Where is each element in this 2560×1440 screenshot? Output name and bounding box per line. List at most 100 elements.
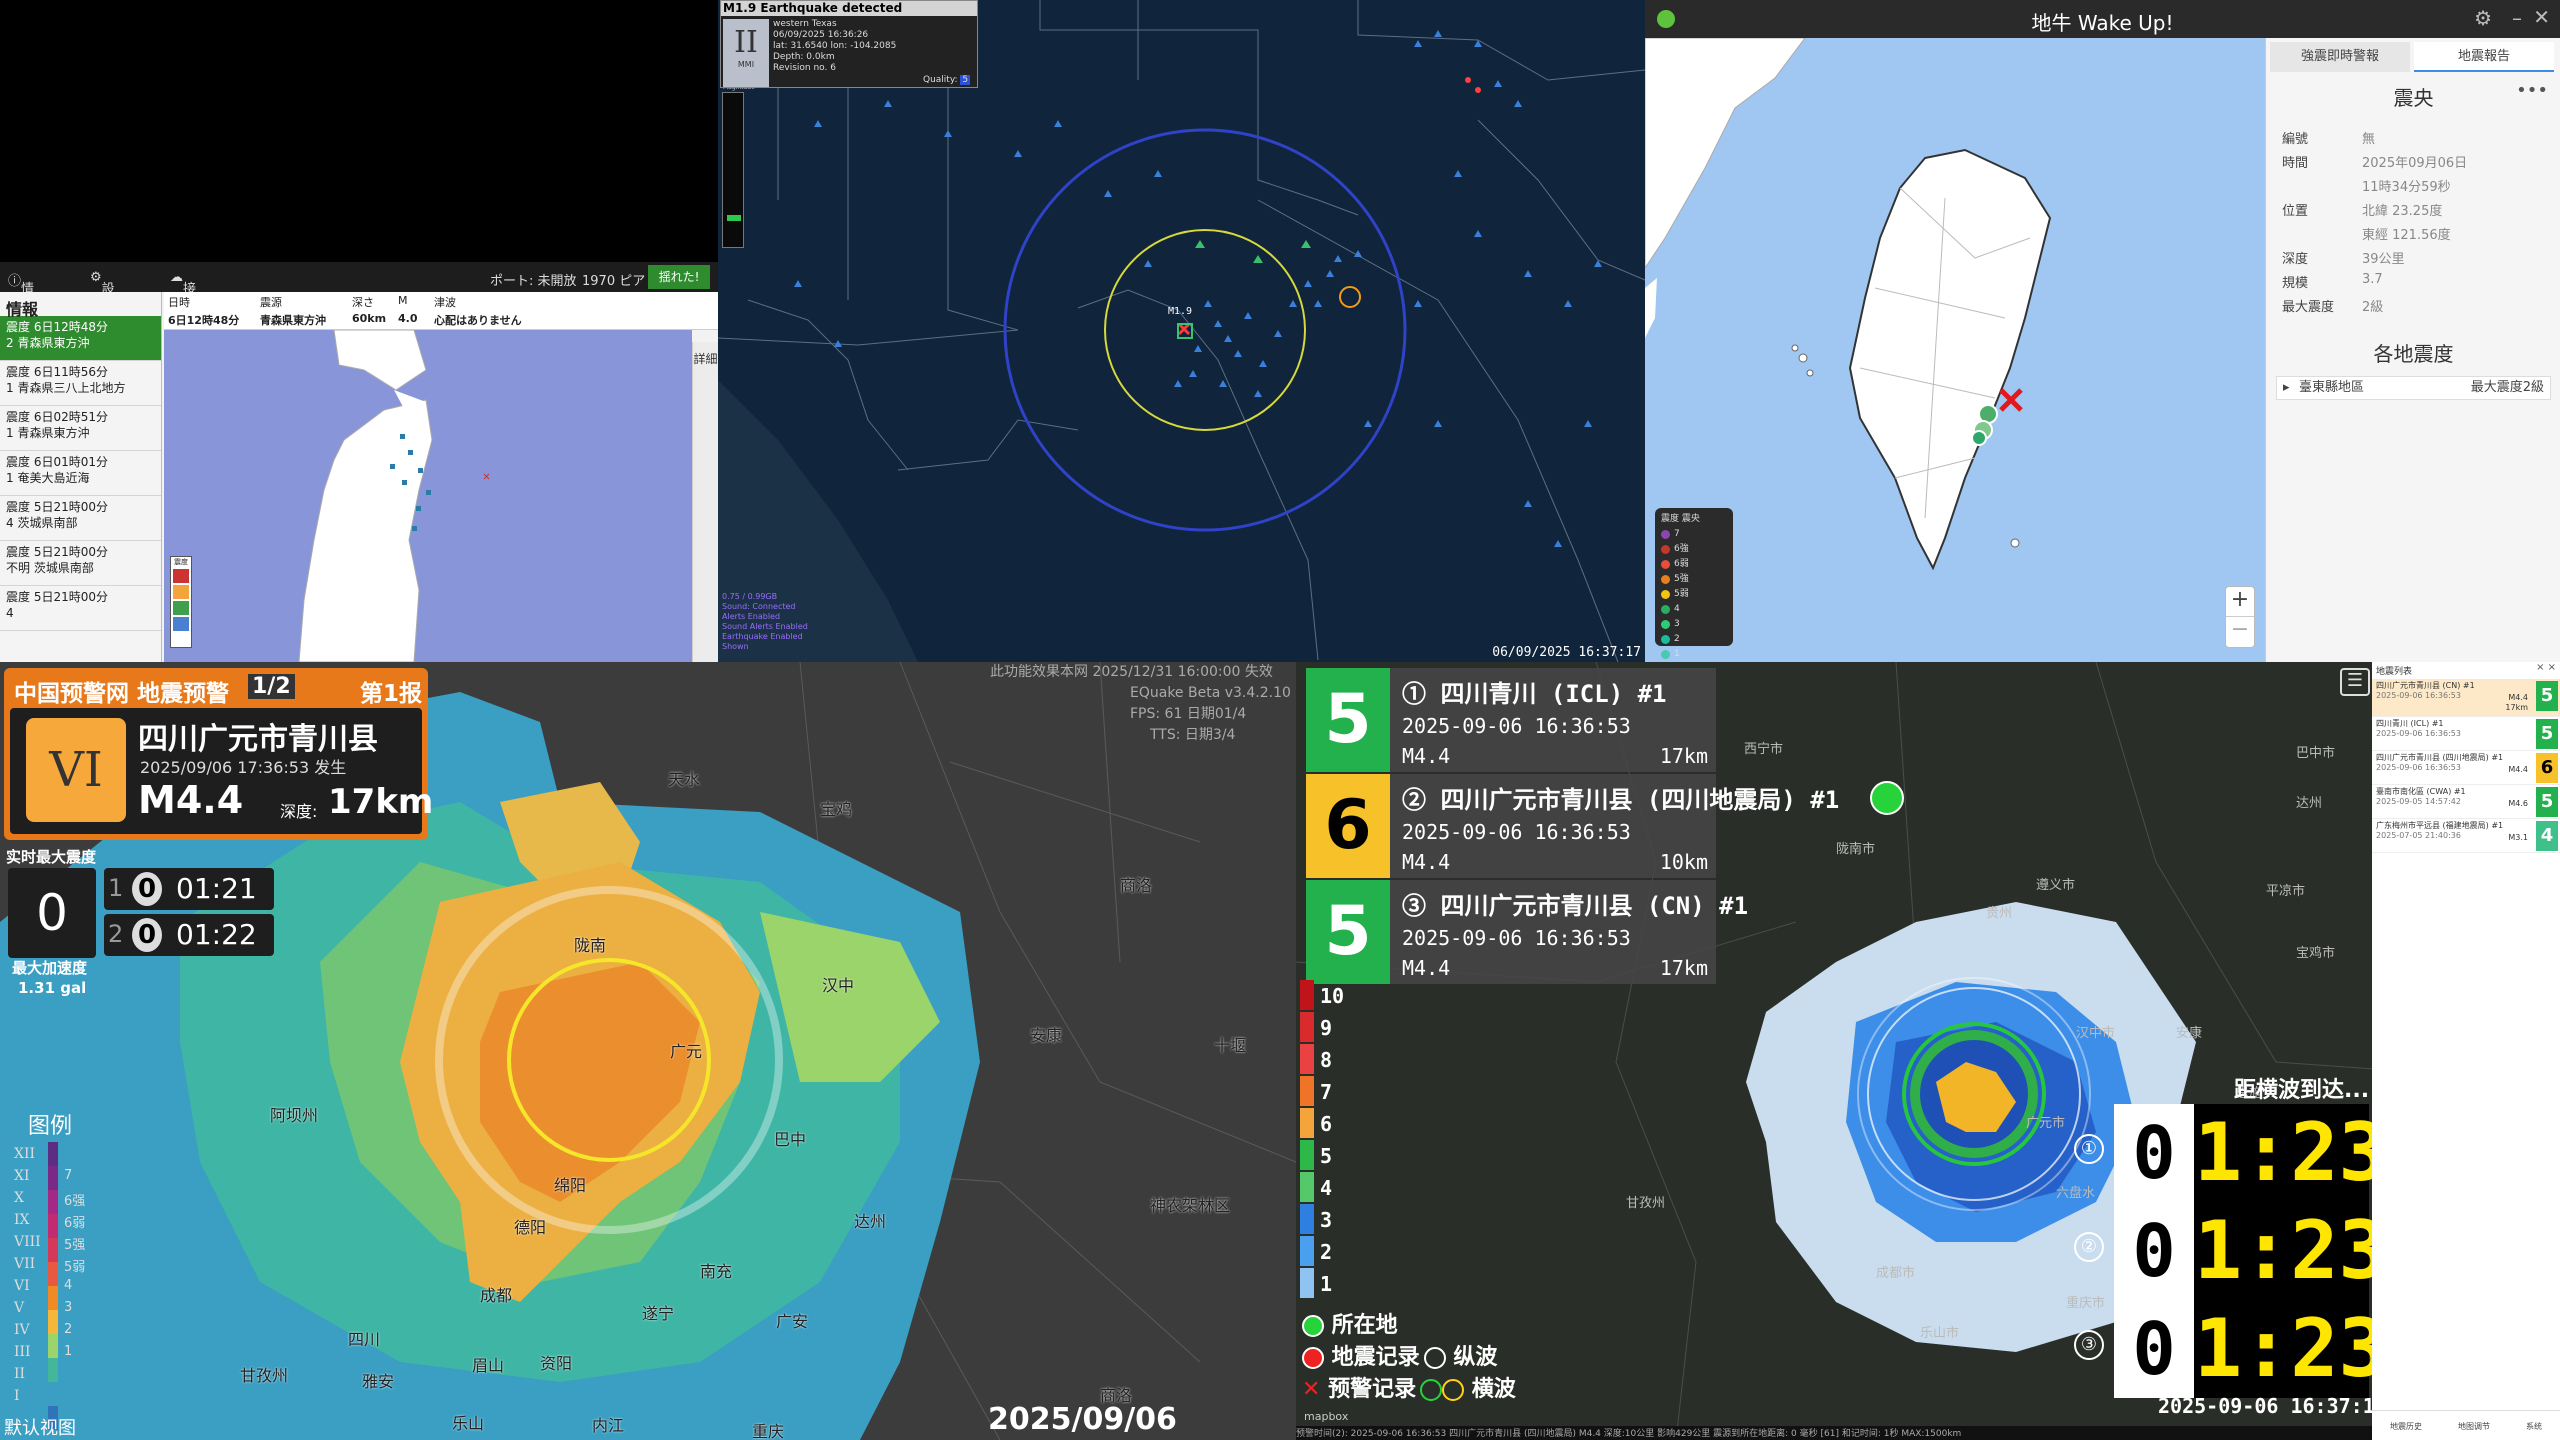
- cn-alert-card[interactable]: 中国预警网 地震预警 1/2 第1报 VI 四川广元市青川县 2025/09/0…: [4, 668, 433, 840]
- shake-button[interactable]: 揺れた!: [648, 265, 710, 289]
- legend-dot-icon: [1661, 605, 1670, 614]
- texas-timestamp: 06/09/2025 16:37:17: [1492, 645, 1641, 660]
- quake-list-item[interactable]: 四川广元市青川县 (四川地震局) #1 2025-09-06 16:36:53 M4…: [2372, 751, 2560, 785]
- quake-card[interactable]: 5 ③ 四川广元市青川县 (CN) #1 2025-09-06 16:36:53 M4…: [1306, 880, 1748, 984]
- city-label: 天水: [668, 770, 701, 789]
- quake-icon: [1302, 1347, 1324, 1369]
- tab-map-adjust[interactable]: 地图调节: [2458, 1421, 2490, 1440]
- minimize-icon[interactable]: –: [2512, 6, 2522, 30]
- report-field: 時間 2025年09月06日: [2282, 152, 2552, 172]
- texas-map-panel[interactable]: M1.9 0.75 / 0.99GB Sound: Connected Aler…: [718, 0, 1645, 662]
- arrival-index: ①: [2074, 1134, 2104, 1164]
- legend-swatch: [173, 601, 189, 615]
- watermark-line: EQuake Beta v3.4.2.10: [1130, 685, 1291, 701]
- default-view-button[interactable]: 默认视图: [4, 1414, 76, 1440]
- legend-num: 2: [64, 1322, 73, 1337]
- event-list-item[interactable]: 震度 6日12時48分 2 青森県東方沖: [0, 316, 161, 361]
- zoom-out-button[interactable]: −: [2226, 617, 2254, 647]
- place-label: 广元市: [2026, 1116, 2066, 1131]
- quake-card-time: 2025-09-06 16:36:53: [1402, 820, 1631, 844]
- wakeup-app[interactable]: 地牛 Wake Up! ⚙ – ✕ 震度 震央 7 6強 6弱 5強 5弱 4 3 2 1 + …: [1645, 0, 2560, 662]
- zoom-in-button[interactable]: +: [2226, 587, 2254, 617]
- japan-quake-app[interactable]: ⓘ 情報 ⚙ 設定 ☁ 接続済み ポート: 未開放 1970 ピア 揺れた! 情…: [0, 262, 718, 662]
- event-time: 震度 6日12時48分: [6, 320, 108, 334]
- legend-here: 所在地: [1302, 1310, 1516, 1342]
- event-list-item[interactable]: 震度 5日21時00分 4: [0, 586, 161, 631]
- legend-level: 6弱: [1674, 559, 1689, 569]
- cn-map-second[interactable]: 西宁市 陇南市 甘孜州 成都市 乐山市 重庆市 遵义市 贵州 汉中市 广元市 巴中市 达州 平凉市 宝鸡市…: [1296, 662, 2560, 1440]
- legend-level: V: [14, 1300, 25, 1316]
- quake-list-item[interactable]: 四川青川 (ICL) #1 2025-09-06 16:36:53 5: [2372, 717, 2560, 751]
- menu-icon[interactable]: ☰: [2340, 668, 2370, 696]
- city-label: 资阳: [540, 1354, 573, 1373]
- watermark-line: 此功能效果本网 2025/12/31 16:00:00 失效: [990, 664, 1273, 680]
- legend-dot-icon: [1661, 545, 1670, 554]
- report-field: 深度 39公里: [2282, 248, 2552, 268]
- quake-card-time: 2025-09-06 16:36:53: [1402, 714, 1631, 738]
- event-region: 4: [6, 606, 14, 620]
- detail-value: 青森県東方沖: [260, 314, 326, 327]
- scale-swatch: [1300, 980, 1314, 1010]
- list-item-time: 2025-09-06 16:36:53: [2376, 763, 2461, 772]
- city-label: 绵阳: [554, 1176, 587, 1195]
- city-label: 遂宁: [642, 1304, 675, 1323]
- sidebar-title: 情報: [6, 300, 39, 319]
- event-time: 震度 6日01時01分: [6, 455, 108, 469]
- tab-strong-motion[interactable]: 強震即時警報: [2270, 42, 2410, 72]
- event-region: 1 青森県三八上北地方: [6, 381, 126, 395]
- countdown-time: 01:22: [176, 918, 257, 951]
- legend-bar-segment: [48, 1334, 58, 1358]
- city-label: 成都: [480, 1286, 513, 1305]
- detail-button[interactable]: 詳細: [692, 342, 718, 662]
- tab-info[interactable]: ⓘ 情報: [8, 270, 34, 316]
- legend-dot-icon: [1661, 575, 1670, 584]
- list-title: 地震列表: [2376, 667, 2413, 677]
- alert-coords: lat: 31.6540 lon: -104.2085: [773, 41, 897, 51]
- quake-list-item[interactable]: 臺南市南化區 (CWA) #1 2025-09-05 14:57:42 M4.6 5: [2372, 785, 2560, 819]
- legend-bar: [48, 1142, 58, 1430]
- event-list-item[interactable]: 震度 6日11時56分 1 青森県三八上北地方: [0, 361, 161, 406]
- place-label: 陇南市: [1836, 842, 1876, 857]
- arrival-time: 1:23: [2194, 1104, 2387, 1202]
- quake-alert-box[interactable]: M1.9 Earthquake detected II MMI western …: [720, 0, 978, 88]
- status-line: Shown: [722, 642, 749, 651]
- city-label: 阿坝州: [270, 1106, 319, 1125]
- list-close-icon[interactable]: × ×: [2536, 662, 2556, 673]
- field-label: 編號: [2282, 132, 2309, 147]
- tab-system[interactable]: 系统: [2526, 1421, 2542, 1440]
- event-list-item[interactable]: 震度 5日21時00分 4 茨城県南部: [0, 496, 161, 541]
- alert-mmi: MMI: [737, 60, 755, 69]
- detail-value: 4.0: [398, 312, 418, 325]
- alert-details: western Texas 06/09/2025 16:36:26 lat: 3…: [773, 19, 896, 74]
- event-list-item[interactable]: 震度 5日21時00分 不明 茨城県南部: [0, 541, 161, 586]
- alert-region: western Texas: [773, 19, 837, 29]
- cn-warning-map[interactable]: 天水 宝鸡 陇南 汉中 广元 阿坝州 巴中 绵阳 德阳 达州 成都 南充 遂宁 广安 四川 眉山 资阳 雅安 甘孜州…: [0, 662, 1296, 1440]
- japan-map[interactable]: 震度: [164, 330, 692, 662]
- region-row[interactable]: ▸ 臺東縣地區 最大震度2級: [2276, 376, 2551, 400]
- more-icon[interactable]: •••: [2516, 80, 2548, 101]
- quake-list-item[interactable]: 广东梅州市平远县 (福建地震局) #1 2025-07-05 21:40:36 M3…: [2372, 819, 2560, 853]
- quake-card[interactable]: 6 ② 四川广元市青川县 (四川地震局) #1 2025-09-06 16:36:5…: [1306, 774, 1839, 878]
- tab-report[interactable]: 地震報告: [2414, 42, 2554, 72]
- list-item-name: 四川广元市青川县 (CN) #1: [2376, 681, 2475, 690]
- close-icon[interactable]: ✕: [2533, 5, 2550, 29]
- legend-item: 6弱: [1661, 557, 1727, 572]
- taiwan-map[interactable]: 震度 震央 7 6強 6弱 5強 5弱 4 3 2 1 + −: [1645, 38, 2265, 662]
- gear-icon[interactable]: ⚙: [2474, 6, 2492, 30]
- tab-settings[interactable]: ⚙ 設定: [90, 270, 115, 316]
- event-list-item[interactable]: 震度 6日02時51分 1 青森県東方沖: [0, 406, 161, 451]
- countdown-row: 1 0 01:21: [104, 868, 274, 910]
- place-label: 甘孜州: [1626, 1196, 1666, 1211]
- quake-list-item[interactable]: 四川广元市青川县 (CN) #1 2025-09-06 16:36:53 M4.4 1…: [2372, 679, 2560, 717]
- tab-history[interactable]: 地震历史: [2390, 1421, 2422, 1440]
- list-item-level: 5: [2536, 787, 2558, 817]
- legend-bar-segment: [48, 1358, 58, 1382]
- alert-quality: Quality: 5: [923, 75, 971, 85]
- event-list-item[interactable]: 震度 6日01時01分 1 奄美大島近海: [0, 451, 161, 496]
- status-line: Sound Alerts Enabled: [722, 622, 808, 631]
- legend-dot-icon: [1661, 650, 1670, 659]
- region-name: 臺東縣地區: [2299, 380, 2365, 395]
- alert-revision: Revision no. 6: [773, 63, 836, 73]
- quake-card[interactable]: 5 ① 四川青川 (ICL) #1 2025-09-06 16:36:53 M4.4 1…: [1306, 668, 1716, 772]
- place-label: 平凉市: [2266, 884, 2306, 899]
